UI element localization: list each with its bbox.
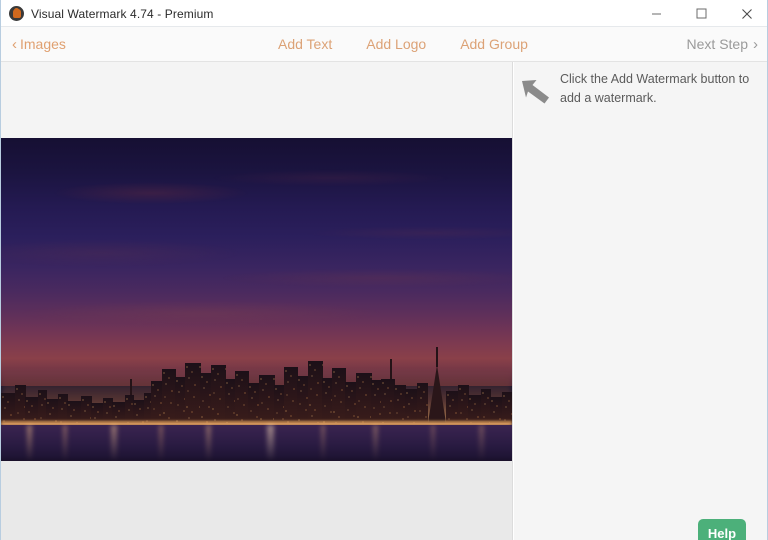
window-title: Visual Watermark 4.74 - Premium (31, 6, 214, 21)
minimize-button[interactable] (634, 0, 679, 27)
title-bar: Visual Watermark 4.74 - Premium (1, 0, 767, 27)
watermark-hint-text: Click the Add Watermark button to add a … (560, 72, 750, 105)
canvas-bottom-spacer (1, 461, 512, 540)
watermark-hint: Click the Add Watermark button to add a … (514, 70, 767, 108)
image-canvas-pane[interactable] (1, 62, 513, 540)
minimize-icon (652, 13, 661, 15)
close-icon (741, 8, 752, 19)
window-controls (634, 0, 767, 27)
toolbar: ‹ Images Add Text Add Logo Add Group Nex… (1, 27, 767, 62)
info-panel: Click the Add Watermark button to add a … (514, 62, 767, 540)
next-step-label: Next Step (686, 36, 748, 52)
canvas-top-spacer (1, 62, 512, 138)
chevron-left-icon: ‹ (12, 35, 17, 53)
back-to-images-button[interactable]: ‹ Images (12, 27, 66, 61)
main-area: Click the Add Watermark button to add a … (1, 62, 767, 540)
add-text-button[interactable]: Add Text (278, 36, 332, 52)
help-button[interactable]: Help (698, 519, 746, 540)
padlock-icon (9, 6, 24, 21)
add-group-button[interactable]: Add Group (460, 36, 528, 52)
close-button[interactable] (724, 0, 767, 27)
preview-image[interactable] (1, 138, 512, 461)
toolbar-actions: Add Text Add Logo Add Group (278, 27, 528, 61)
title-bar-left: Visual Watermark 4.74 - Premium (9, 0, 214, 27)
maximize-button[interactable] (679, 0, 724, 27)
app-window: Visual Watermark 4.74 - Premium ‹ Images… (0, 0, 768, 540)
maximize-icon (696, 8, 707, 19)
photo-water (1, 425, 512, 461)
add-logo-button[interactable]: Add Logo (366, 36, 426, 52)
photo-skyline (1, 333, 512, 423)
arrow-up-left-icon (522, 80, 549, 104)
next-step-button[interactable]: Next Step › (687, 27, 758, 61)
chevron-right-icon: › (753, 35, 758, 53)
back-to-images-label: Images (20, 36, 66, 52)
